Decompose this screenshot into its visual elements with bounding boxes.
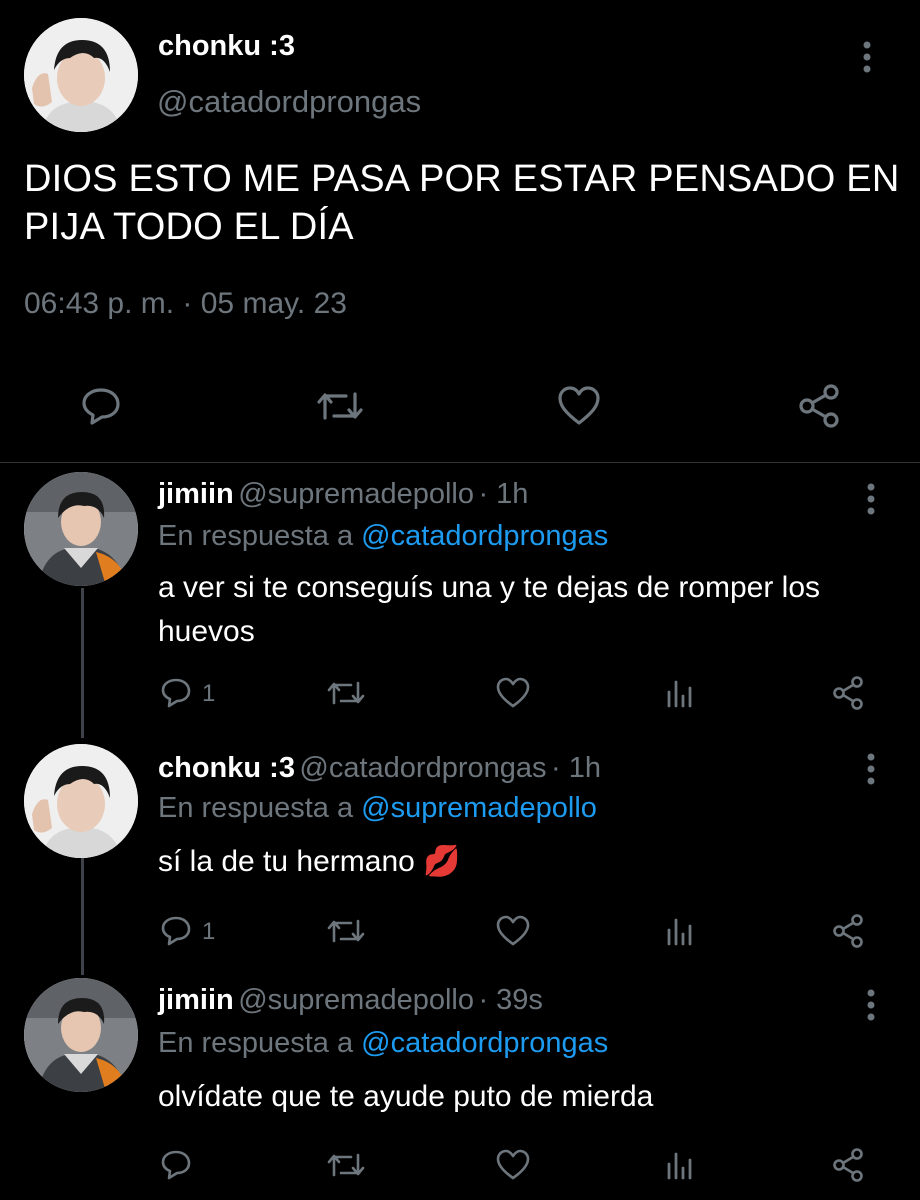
author-name[interactable]: jimiin [158, 478, 234, 510]
author-handle[interactable]: @supremadepollo [238, 984, 474, 1016]
retweet-icon[interactable] [327, 916, 365, 946]
more-options-icon[interactable] [860, 40, 874, 74]
reply-header: jimiin @supremadepollo · 1h [158, 478, 528, 511]
reply-prefix: En respuesta a [158, 1027, 354, 1059]
author-name[interactable]: chonku :3 [158, 30, 295, 63]
share-icon[interactable] [830, 675, 866, 711]
thread-connector [81, 845, 84, 975]
tweet-text: DIOS ESTO ME PASA POR ESTAR PENSADO EN P… [24, 158, 900, 248]
analytics-icon[interactable] [665, 678, 695, 708]
reply-prefix: En respuesta a [158, 792, 354, 824]
tweet-age: · 1h [478, 478, 529, 510]
reply-count: 1 [202, 918, 216, 945]
more-options-icon[interactable] [864, 752, 878, 786]
reply-text-row: sí la de tu hermano 💋 [158, 840, 878, 884]
author-handle[interactable]: @catadordprongas [299, 752, 546, 784]
tweet-timestamp[interactable]: 06:43 p. m. · 05 may. 23 [24, 287, 347, 321]
author-name[interactable]: jimiin [158, 984, 234, 1016]
reply-icon[interactable] [80, 385, 122, 427]
share-icon[interactable] [796, 383, 842, 429]
reply-icon[interactable] [160, 914, 192, 946]
reply-header: jimiin @supremadepollo · 39s [158, 984, 543, 1017]
analytics-icon[interactable] [665, 1150, 695, 1180]
analytics-icon[interactable] [665, 916, 695, 946]
retweet-icon[interactable] [316, 388, 364, 424]
kiss-mark-emoji: 💋 [423, 845, 461, 878]
reply-context: En respuesta a @catadordprongas [158, 520, 608, 553]
divider [0, 462, 920, 463]
reply-icon[interactable] [160, 1148, 192, 1180]
tweet-age: · 1h [550, 752, 601, 784]
more-options-icon[interactable] [864, 482, 878, 516]
avatar-jimiin[interactable] [24, 472, 138, 586]
more-options-icon[interactable] [864, 988, 878, 1022]
reply-icon[interactable] [160, 676, 192, 708]
avatar-jimiin[interactable] [24, 978, 138, 1092]
like-icon[interactable] [495, 1149, 531, 1181]
avatar-chonku[interactable] [24, 744, 138, 858]
like-icon[interactable] [556, 385, 602, 427]
author-handle[interactable]: @supremadepollo [238, 478, 474, 510]
reply-text: sí la de tu hermano [158, 845, 415, 878]
reply-prefix: En respuesta a [158, 520, 354, 552]
like-icon[interactable] [495, 677, 531, 709]
thread-connector [81, 588, 84, 738]
tweet-age: · 39s [478, 984, 543, 1016]
avatar-chonku[interactable] [24, 18, 138, 132]
author-handle[interactable]: @catadordprongas [157, 84, 421, 120]
reply-to-link[interactable]: @catadordprongas [361, 1027, 608, 1059]
reply-context: En respuesta a @supremadepollo [158, 792, 597, 825]
share-icon[interactable] [830, 913, 866, 949]
reply-count: 1 [202, 680, 216, 707]
reply-context: En respuesta a @catadordprongas [158, 1027, 608, 1060]
retweet-icon[interactable] [327, 678, 365, 708]
reply-text: olvídate que te ayude puto de mierda [158, 1080, 654, 1113]
share-icon[interactable] [830, 1147, 866, 1183]
reply-to-link[interactable]: @supremadepollo [361, 792, 597, 824]
author-name[interactable]: chonku :3 [158, 752, 295, 784]
reply-text: a ver si te conseguís una y te dejas de … [158, 571, 821, 648]
reply-to-link[interactable]: @catadordprongas [361, 520, 608, 552]
like-icon[interactable] [495, 915, 531, 947]
retweet-icon[interactable] [327, 1150, 365, 1180]
reply-header: chonku :3 @catadordprongas · 1h [158, 752, 601, 785]
